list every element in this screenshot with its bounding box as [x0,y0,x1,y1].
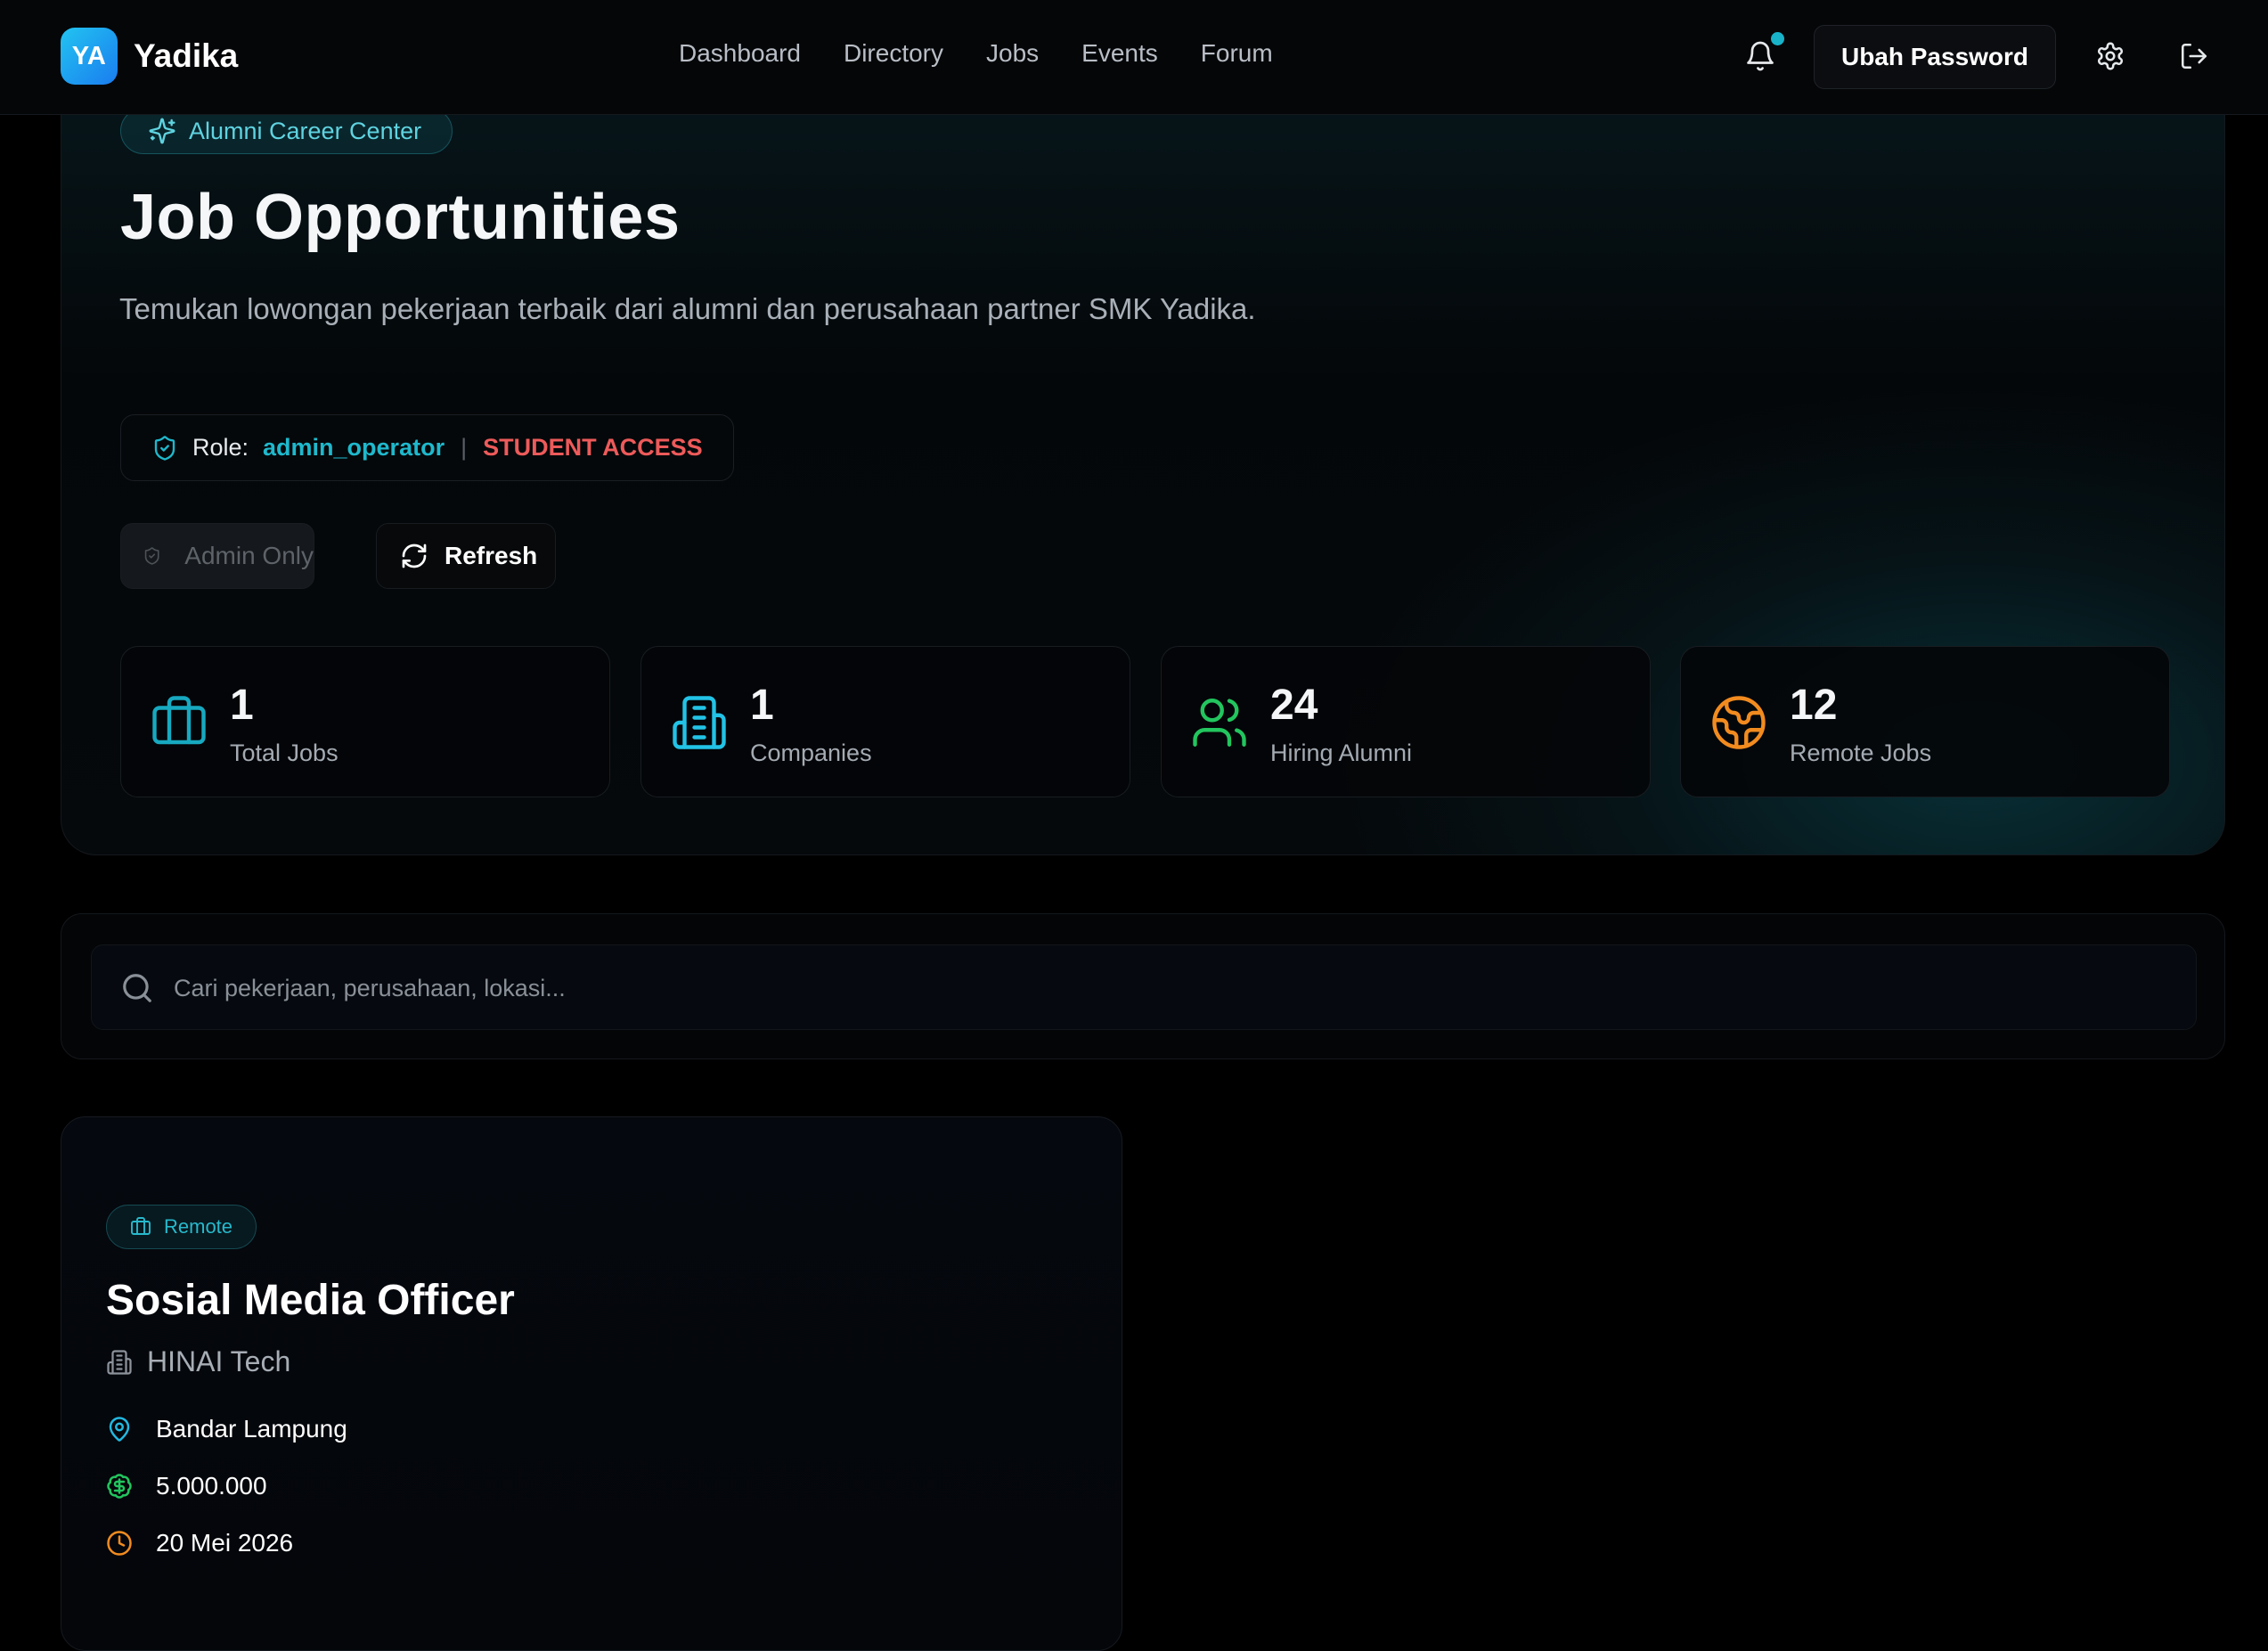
shield-check-icon [154,435,175,461]
role-separator: | [461,434,468,461]
building-icon [673,696,726,749]
map-pin-icon [109,1417,130,1442]
stat-value: 12 [1790,682,1838,729]
hero-section: Alumni Career Center Job Opportunities T… [61,62,2225,855]
shield-icon [144,547,159,565]
globe-icon [1712,696,1766,749]
briefcase-icon [131,1217,151,1235]
stat-card-hiring-alumni: 24 Hiring Alumni [1161,646,1651,797]
job-deadline: 20 Mei 2026 [106,1529,293,1557]
page-title: Job Opportunities [120,182,681,253]
stat-label: Hiring Alumni [1270,740,1413,766]
company-name: HINAI Tech [147,1345,291,1377]
stat-value: 1 [230,682,254,729]
stat-card-remote-jobs: 12 Remote Jobs [1680,646,2170,797]
page-description: Temukan lowongan pekerjaan terbaik dari … [119,292,1256,325]
stat-value: 24 [1270,682,1318,729]
brand[interactable]: YA Yadika [61,28,238,85]
job-location: Bandar Lampung [106,1415,347,1443]
stat-label: Total Jobs [230,740,339,766]
stat-label: Companies [750,740,872,766]
role-label: Role: [192,434,249,461]
role-value: admin_operator [263,434,445,461]
change-password-button[interactable]: Ubah Password [1814,25,2056,89]
stat-label: Remote Jobs [1790,740,1932,766]
nav-item-directory[interactable]: Directory [844,39,943,68]
building-icon [107,1349,132,1375]
dollar-badge-icon [107,1474,132,1499]
location-text: Bandar Lampung [156,1415,347,1443]
brand-name: Yadika [134,37,239,74]
job-card[interactable]: Remote Sosial Media Officer HINAI Tech B… [61,1116,1122,1651]
deadline-text: 20 Mei 2026 [156,1529,294,1557]
search-section [61,913,2225,1059]
briefcase-icon [152,696,206,745]
job-type-badge: Remote [106,1205,257,1249]
job-company: HINAI Tech [106,1345,290,1378]
job-salary: 5.000.000 [106,1472,267,1500]
nav-item-dashboard[interactable]: Dashboard [679,39,801,68]
refresh-button[interactable]: Refresh [376,523,556,589]
logout-icon[interactable] [2179,41,2209,71]
search-box[interactable] [91,944,2197,1031]
search-icon [123,974,151,1002]
role-indicator: Role: admin_operator | STUDENT ACCESS [120,414,734,481]
stat-value: 1 [750,682,774,729]
career-center-label: Alumni Career Center [189,117,422,144]
stat-card-companies: 1 Companies [640,646,1130,797]
users-icon [1193,699,1246,747]
bell-icon[interactable] [1744,40,1776,72]
top-navigation-bar: YA Yadika Dashboard Directory Jobs Event… [0,0,2268,115]
job-type-label: Remote [164,1215,233,1238]
main-nav: Dashboard Directory Jobs Events Forum [679,39,1316,68]
nav-item-events[interactable]: Events [1081,39,1158,68]
sparkles-icon [149,118,175,144]
nav-item-jobs[interactable]: Jobs [986,39,1039,68]
search-input[interactable] [174,945,2169,1031]
refresh-icon [402,544,427,568]
refresh-label: Refresh [445,542,538,569]
clock-icon [107,1531,132,1556]
gear-icon[interactable] [2095,41,2125,71]
access-level: STUDENT ACCESS [483,434,703,461]
notification-dot [1771,32,1784,45]
salary-text: 5.000.000 [156,1472,267,1500]
stat-card-total-jobs: 1 Total Jobs [120,646,610,797]
nav-item-forum[interactable]: Forum [1201,39,1273,68]
job-title[interactable]: Sosial Media Officer [106,1276,515,1325]
admin-only-button: Admin Only [120,523,314,589]
brand-logo: YA [61,28,118,85]
admin-only-label: Admin Only [184,542,314,569]
